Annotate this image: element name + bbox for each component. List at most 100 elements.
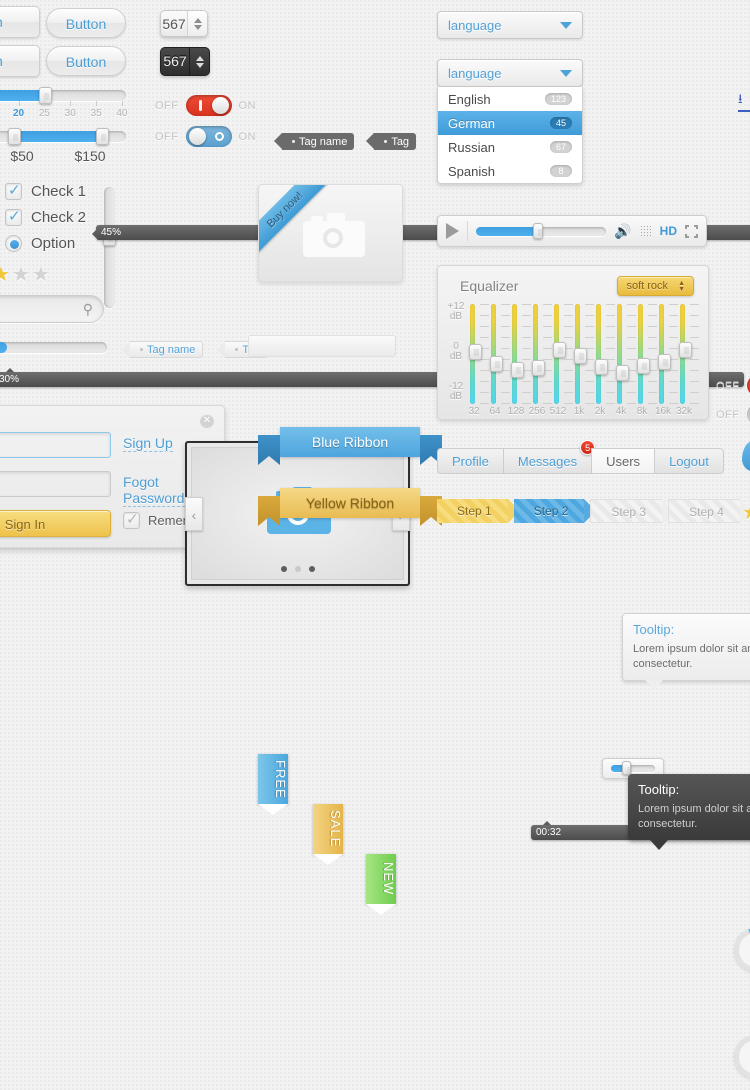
tag-dark[interactable]: Tag [374, 133, 416, 150]
volume-track[interactable] [611, 765, 655, 772]
dropdown-item-russian[interactable]: Russian 67 [438, 135, 582, 159]
tab-profile[interactable]: Profile [437, 448, 503, 474]
ribbon-blue[interactable]: Blue Ribbon [280, 427, 420, 457]
range-track[interactable] [0, 131, 126, 142]
ribbon-free[interactable]: FREE [258, 754, 288, 804]
toggle-switch-gray[interactable] [747, 404, 750, 425]
spinner-arrows[interactable] [189, 48, 209, 75]
dropdown-language-closed[interactable]: language [437, 11, 583, 39]
star-icon[interactable]: ★ [32, 262, 50, 287]
product-card[interactable]: Buy now! [258, 184, 403, 282]
step-1[interactable]: Step 1 [437, 499, 508, 523]
equalizer-band-handle[interactable] [637, 358, 650, 374]
single-slider[interactable]: 15 20 25 30 35 40 [0, 90, 126, 123]
toggle-switch-blue[interactable] [186, 126, 232, 147]
star-rating[interactable]: ★ ★ ★ [0, 262, 50, 287]
carousel-prev-button[interactable]: ‹ [185, 497, 203, 531]
ribbon-new[interactable]: NEW [366, 854, 396, 904]
fullscreen-icon[interactable] [685, 225, 698, 238]
tab-bar[interactable]: Profile Messages 5 Users Logout [437, 448, 724, 474]
button-cut-2[interactable]: on [0, 45, 40, 77]
email-field[interactable]: m [0, 432, 111, 458]
equalizer-band-handle[interactable] [553, 342, 566, 358]
radio-row[interactable]: Option [5, 235, 75, 252]
tab-messages[interactable]: Messages 5 [503, 448, 591, 474]
grid-icon[interactable] [640, 225, 652, 237]
dropdown-header[interactable]: language [437, 59, 583, 87]
equalizer-band-track[interactable] [491, 304, 496, 404]
volume-handle[interactable] [622, 761, 631, 775]
search-input[interactable]: h ⚲ [0, 295, 104, 323]
play-icon[interactable] [446, 223, 459, 239]
chevron-down-icon[interactable] [560, 70, 572, 77]
star-icon[interactable]: ★ [12, 262, 30, 287]
button-rounded-1[interactable]: Button [46, 8, 126, 38]
equalizer-band-track[interactable] [596, 304, 601, 404]
carousel-dot[interactable] [309, 566, 315, 572]
checkbox-row-1[interactable]: Check 1 [5, 183, 86, 200]
equalizer-band-track[interactable] [533, 304, 538, 404]
chevron-down-icon[interactable] [560, 22, 572, 29]
toggle-switch-red[interactable] [186, 95, 232, 116]
star-icon-cut[interactable]: ★ [742, 500, 750, 525]
equalizer-preset-selector[interactable]: soft rock ▲▼ [617, 276, 694, 296]
number-spinner-dark[interactable]: 567 [160, 47, 210, 76]
checkbox-row-2[interactable]: Check 2 [5, 209, 86, 226]
tab-users[interactable]: Users [591, 448, 654, 474]
toggle-switch-red[interactable] [747, 375, 750, 396]
signin-button[interactable]: Sign In [0, 510, 111, 537]
toggle-cut-gray[interactable]: OFF [716, 404, 750, 425]
player-progress-handle[interactable] [533, 223, 543, 239]
tag-dark[interactable]: Tag name [282, 133, 354, 150]
media-player[interactable]: 🔊 HD [437, 215, 707, 247]
number-spinner-light[interactable]: 567 [160, 10, 208, 37]
button-cut-1[interactable]: on [0, 6, 40, 38]
radio-icon[interactable] [5, 235, 22, 252]
range-handle-max[interactable] [96, 128, 109, 145]
equalizer-band-handle[interactable] [616, 365, 629, 381]
tab-logout[interactable]: Logout [654, 448, 724, 474]
dropdown-item-german[interactable]: German 45 [438, 111, 582, 135]
equalizer-band-handle[interactable] [469, 344, 482, 360]
speaker-icon[interactable]: 🔊 [614, 223, 631, 240]
toggle-knob[interactable] [189, 128, 206, 145]
signup-link[interactable]: Sign Up [123, 435, 173, 452]
stepper-arrows-icon[interactable]: ▲▼ [678, 281, 685, 292]
step-progress[interactable]: Step 1 Step 2 Step 3 Step 4 [437, 499, 746, 523]
password-field[interactable]: ssword [0, 471, 111, 497]
toggle-blue-row[interactable]: OFF ON [155, 126, 256, 147]
chevron-down-icon[interactable] [196, 63, 204, 68]
chevron-down-icon[interactable] [194, 25, 202, 30]
toggle-knob[interactable] [212, 97, 229, 114]
toggle-red-row[interactable]: OFF ON [155, 95, 256, 116]
close-icon[interactable]: ✕ [200, 414, 214, 428]
button-rounded-2[interactable]: Button [46, 46, 126, 76]
equalizer-band-track[interactable] [617, 304, 622, 404]
equalizer-band-handle[interactable] [658, 354, 671, 370]
download-icon[interactable]: ⭳ [738, 90, 750, 112]
equalizer-band-handle[interactable] [679, 342, 692, 358]
spinner-arrows[interactable] [187, 11, 207, 36]
star-icon[interactable]: ★ [0, 262, 10, 287]
checkbox-icon[interactable] [5, 209, 22, 226]
hd-label[interactable]: HD [660, 224, 677, 238]
equalizer-band-handle[interactable] [511, 362, 524, 378]
ribbon-sale[interactable]: SALE [313, 804, 343, 854]
chevron-up-icon[interactable] [196, 56, 204, 61]
dropdown-item-spanish[interactable]: Spanish 8 [438, 159, 582, 183]
search-icon[interactable]: ⚲ [83, 301, 93, 318]
vertical-slider[interactable] [104, 187, 115, 308]
checkbox-icon[interactable] [5, 183, 22, 200]
equalizer-bands[interactable] [470, 304, 702, 404]
equalizer-band-handle[interactable] [595, 359, 608, 375]
equalizer-band-handle[interactable] [490, 356, 503, 372]
spinner-value[interactable]: 567 [161, 11, 187, 36]
step-2[interactable]: Step 2 [514, 499, 585, 523]
player-progress-track[interactable] [476, 227, 606, 236]
equalizer-band-track[interactable] [638, 304, 643, 404]
dropdown-item-english[interactable]: English 123 [438, 87, 582, 111]
carousel-dot[interactable] [281, 566, 287, 572]
range-slider[interactable]: $50 $150 [0, 131, 126, 164]
equalizer-band-track[interactable] [512, 304, 517, 404]
equalizer-band-handle[interactable] [574, 348, 587, 364]
